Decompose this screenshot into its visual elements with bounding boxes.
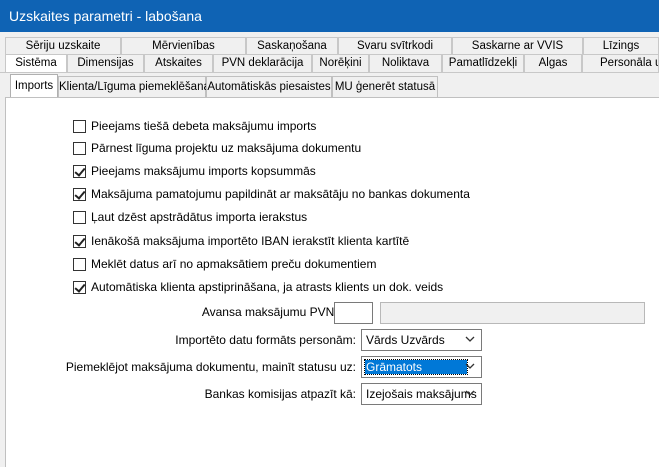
- checkbox-label: Pārnest līguma projektu uz maksājuma dok…: [91, 141, 362, 155]
- status-change-label: Piemeklējot maksājuma dokumentu, mainīt …: [65, 360, 356, 374]
- checkbox-box[interactable]: [73, 257, 86, 271]
- import-format-select[interactable]: Vārds Uzvārds: [361, 329, 482, 351]
- tab-panel-border: [0, 72, 659, 73]
- tab-mervienibas[interactable]: Mērvienības: [121, 37, 246, 55]
- status-change-value: Grāmatots: [364, 359, 468, 375]
- checkbox-parnest-liguma-projektu[interactable]: Pārnest līguma projektu uz maksājuma dok…: [73, 140, 361, 156]
- tab-pamatlidzekli[interactable]: Pamatlīdzekļi: [442, 54, 524, 72]
- subtab-strip: Imports Klienta/Līguma piemeklēšana Auto…: [0, 74, 659, 98]
- tab-svaru-svitrkodi[interactable]: Svaru svītrkodi: [338, 37, 452, 55]
- subtab-imports[interactable]: Imports: [10, 74, 58, 98]
- checkbox-label: Maksājuma pamatojumu papildināt ar maksā…: [91, 187, 470, 201]
- checkbox-label: Ļaut dzēst apstrādātus importa ierakstus: [91, 210, 308, 224]
- status-change-select[interactable]: Grāmatots: [361, 356, 482, 378]
- tab-sistema[interactable]: Sistēma: [5, 54, 67, 72]
- checkbox-imports-kopsummas[interactable]: Pieejams maksājumu imports kopsummās: [73, 163, 316, 179]
- checkbox-label: Pieejams tiešā debeta maksājumu imports: [91, 119, 317, 133]
- import-format-label: Importēto datu formāts personām:: [175, 333, 356, 347]
- checkbox-tiesa-debeta-imports[interactable]: Pieejams tiešā debeta maksājumu imports: [73, 118, 316, 134]
- tab-norekini[interactable]: Norēķini: [312, 54, 369, 72]
- checkbox-box[interactable]: [73, 119, 86, 133]
- tab-personala-uzskaite[interactable]: Personāla uz: [582, 54, 659, 72]
- tab-row-2: Sistēma Dimensijas Atskaites PVN deklarā…: [0, 54, 659, 72]
- chevron-down-icon[interactable]: [465, 334, 475, 344]
- checkbox-box[interactable]: [73, 187, 86, 201]
- checkbox-pamatojumu-papildinat[interactable]: Maksājuma pamatojumu papildināt ar maksā…: [73, 186, 470, 202]
- tab-saskarne-ar-vvis[interactable]: Saskarne ar VVIS: [452, 37, 583, 55]
- tab-algas[interactable]: Algas: [524, 54, 582, 72]
- checkbox-laut-dzest-ierakstus[interactable]: Ļaut dzēst apstrādātus importa ierakstus: [73, 209, 307, 225]
- tab-row-1: Sēriju uzskaite Mērvienības Saskaņošana …: [0, 37, 659, 55]
- checkbox-box[interactable]: [73, 210, 86, 224]
- checkbox-box[interactable]: [73, 234, 86, 248]
- checkbox-box[interactable]: [73, 164, 86, 178]
- checkbox-label: Pieejams maksājumu imports kopsummās: [91, 164, 316, 178]
- tab-atskaites[interactable]: Atskaites: [144, 54, 213, 72]
- window-titlebar: Uzskaites parametri - labošana: [0, 0, 659, 32]
- checkbox-box[interactable]: [73, 141, 86, 155]
- avansa-pvn-description: [380, 302, 645, 324]
- tab-noliktava[interactable]: Noliktava: [369, 54, 442, 72]
- import-format-value: Vārds Uzvārds: [366, 333, 445, 347]
- bank-commission-select[interactable]: Izejošais maksājums: [361, 383, 482, 405]
- tab-dimensijas[interactable]: Dimensijas: [67, 54, 144, 72]
- checkbox-meklet-apmaksatiem[interactable]: Meklēt datus arī no apmaksātiem preču do…: [73, 256, 376, 272]
- tab-seriju-uzskaite[interactable]: Sēriju uzskaite: [5, 37, 121, 55]
- checkbox-label: Ienākošā maksājuma importēto IBAN ieraks…: [91, 234, 410, 248]
- tab-lizings[interactable]: Līzings: [583, 37, 659, 55]
- checkbox-label: Automātiska klienta apstiprināšana, ja a…: [91, 280, 444, 294]
- checkbox-automatiska-apstiprinasana[interactable]: Automātiska klienta apstiprināšana, ja a…: [73, 279, 443, 295]
- subtab-mu-generet-statusa[interactable]: MU ģenerēt statusā: [332, 76, 438, 97]
- tab-saskanosana[interactable]: Saskaņošana: [246, 37, 338, 55]
- chevron-down-icon[interactable]: [465, 388, 475, 398]
- window-title: Uzskaites parametri - labošana: [9, 8, 202, 24]
- bank-commission-label: Bankas komisijas atpazīt kā:: [204, 387, 356, 401]
- subtab-klienta-liguma-piemeklesana[interactable]: Klienta/Līguma piemeklēšana: [58, 76, 210, 97]
- tab-pvn-deklaracija[interactable]: PVN deklarācija: [213, 54, 312, 72]
- avansa-pvn-input[interactable]: [334, 302, 373, 324]
- chevron-down-icon[interactable]: [465, 361, 475, 371]
- checkbox-label: Meklēt datus arī no apmaksātiem preču do…: [91, 257, 377, 271]
- bank-commission-value: Izejošais maksājums: [366, 387, 477, 401]
- checkbox-iban-ierakstit[interactable]: Ienākošā maksājuma importēto IBAN ieraks…: [73, 233, 409, 249]
- subtab-automatiskas-piesaistes[interactable]: Automātiskās piesaistes: [206, 76, 332, 97]
- checkbox-box[interactable]: [73, 280, 86, 294]
